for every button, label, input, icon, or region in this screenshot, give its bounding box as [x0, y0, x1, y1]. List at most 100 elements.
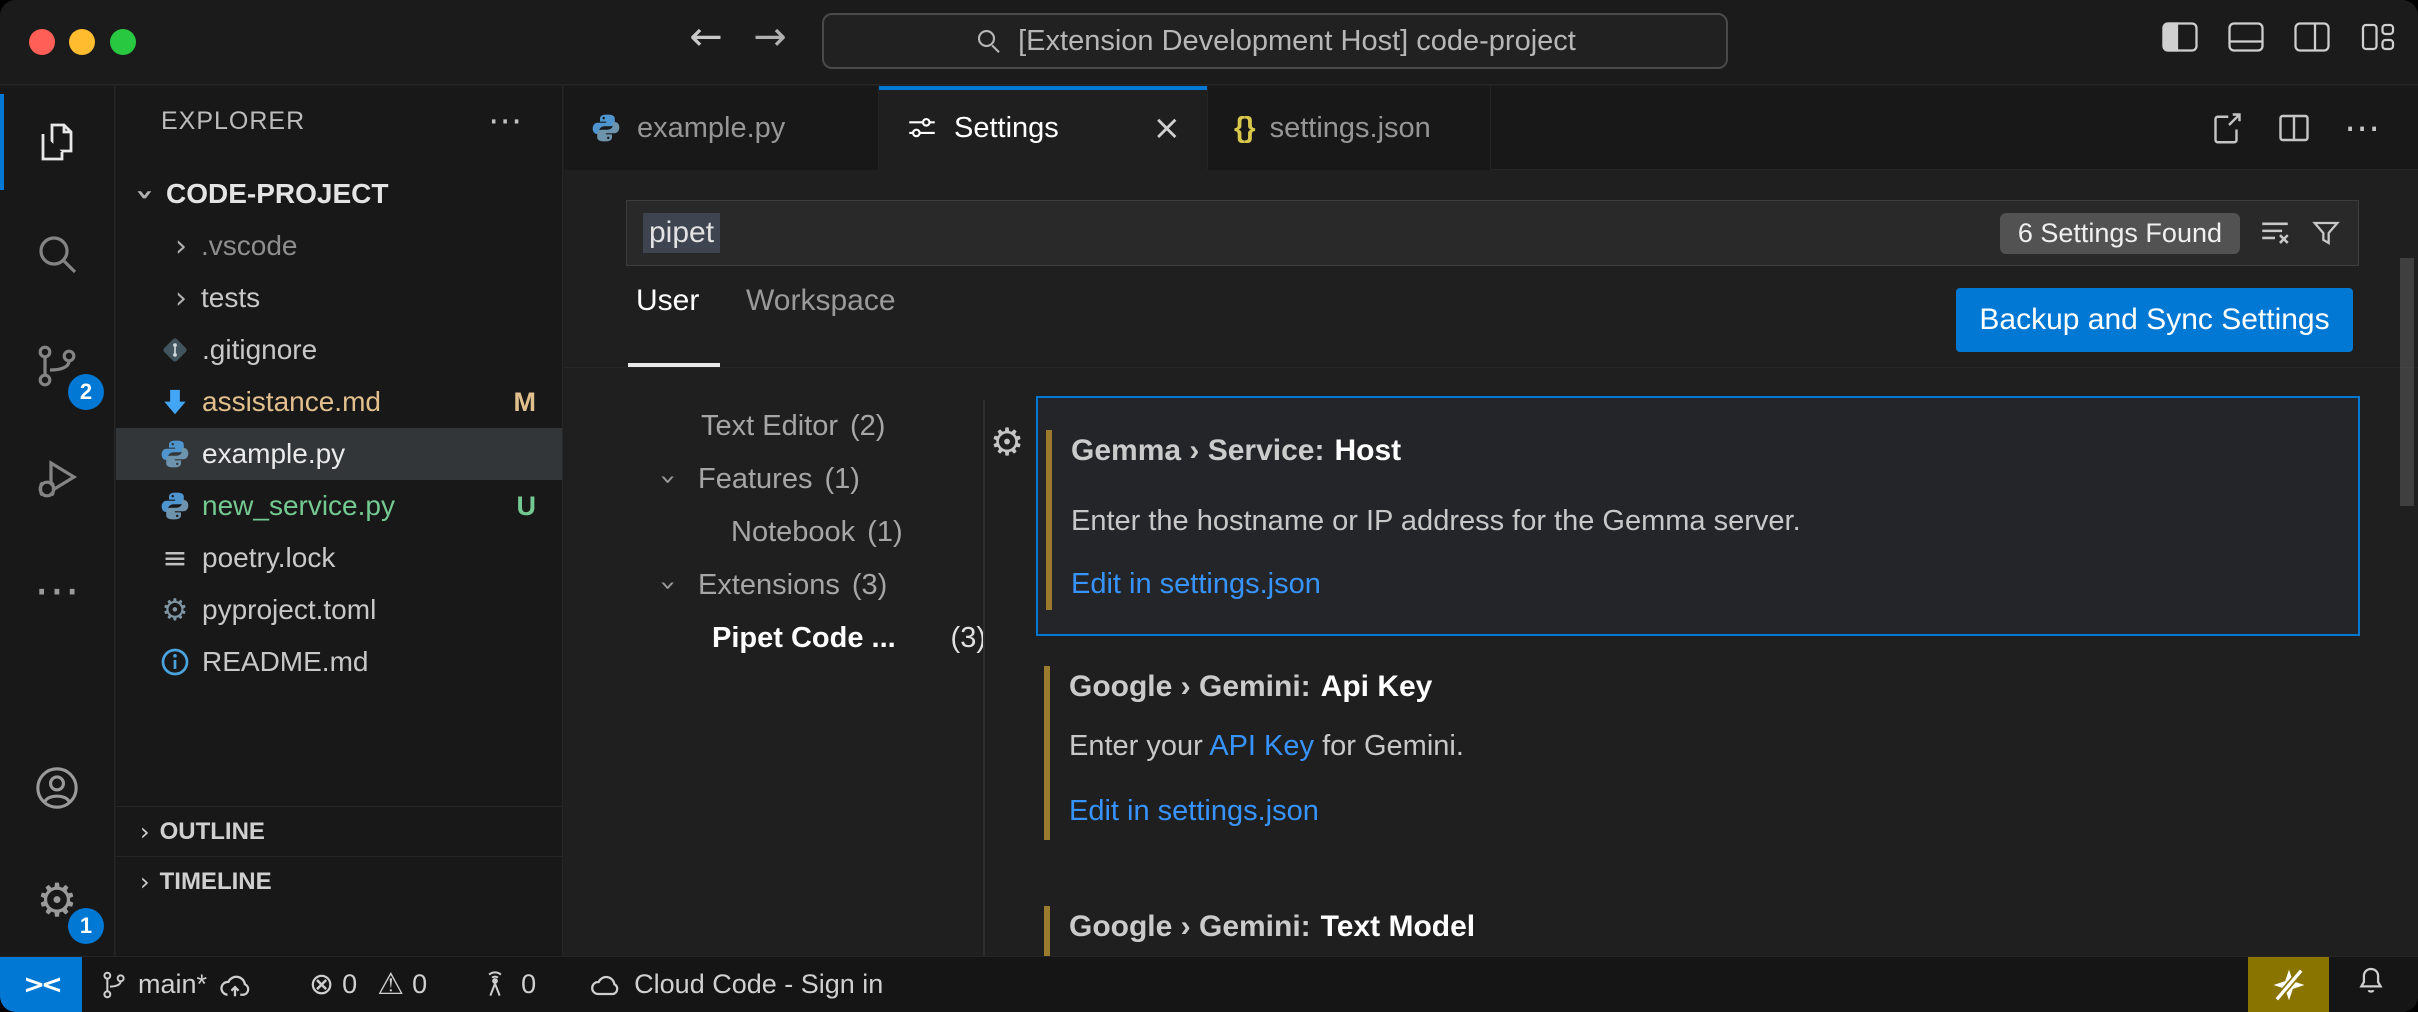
setting-entry-google-gemini-api-key[interactable]: Google › Gemini:Api Key Enter your API K… [1036, 650, 2360, 860]
navigate-back-button[interactable]: ← [678, 14, 734, 60]
minimize-window-button[interactable] [69, 29, 95, 55]
tree-item-pyproject-toml[interactable]: ⚙ pyproject.toml [116, 584, 562, 636]
close-window-button[interactable] [29, 29, 55, 55]
tab-example-py[interactable]: example.py [564, 86, 879, 170]
scrollbar[interactable] [2400, 258, 2414, 506]
toc-notebook[interactable]: Notebook (1) [626, 506, 986, 559]
outline-section-header[interactable]: › OUTLINE [116, 806, 562, 856]
titlebar: ← → [Extension Development Host] code-pr… [0, 0, 2418, 85]
search-icon [33, 230, 81, 278]
tree-item-assistance-md[interactable]: assistance.md M [116, 376, 562, 428]
settings-badge: 1 [68, 908, 104, 944]
spark-slash-icon [2267, 963, 2311, 1007]
activity-explorer[interactable] [0, 86, 114, 198]
cloud-code-status-item[interactable]: Cloud Code - Sign in [588, 969, 883, 1000]
clear-search-icon[interactable] [2258, 216, 2292, 250]
tree-item-example-py[interactable]: example.py [116, 428, 562, 480]
scope-tab-workspace[interactable]: Workspace [746, 284, 896, 318]
inline-suggestions-disabled-item[interactable] [2248, 957, 2329, 1012]
activity-source-control[interactable]: 2 [0, 310, 114, 422]
vscode-window: ← → [Extension Development Host] code-pr… [0, 0, 2418, 1012]
toggle-panel-icon[interactable] [2228, 22, 2264, 52]
command-center-search[interactable]: [Extension Development Host] code-projec… [822, 13, 1728, 69]
customize-layout-icon[interactable] [2360, 22, 2396, 52]
modified-indicator [1044, 666, 1050, 840]
python-file-icon [158, 489, 192, 523]
toc-text-editor[interactable]: Text Editor (2) [626, 400, 986, 453]
tree-root-code-project[interactable]: › CODE-PROJECT [116, 168, 562, 220]
toc-features[interactable]: › Features (1) [626, 453, 986, 506]
backup-sync-settings-button[interactable]: Backup and Sync Settings [1956, 288, 2353, 352]
chevron-right-icon: › [166, 281, 196, 316]
activity-accounts[interactable] [0, 732, 114, 844]
tab-settings[interactable]: Settings × [879, 86, 1208, 170]
sync-cloud-icon [217, 970, 253, 1000]
split-editor-icon[interactable] [2276, 110, 2312, 146]
open-settings-json-icon[interactable] [2208, 110, 2244, 146]
edit-in-settings-json-link[interactable]: Edit in settings.json [1071, 568, 1321, 601]
api-key-link[interactable]: API Key [1209, 730, 1314, 762]
activity-run-debug[interactable] [0, 422, 114, 534]
settings-search-input[interactable]: pipet 6 Settings Found [626, 200, 2359, 266]
toc-pipet-code[interactable]: Pipet Code ... (3) [626, 612, 986, 665]
tab-settings-json[interactable]: {} settings.json [1208, 86, 1491, 170]
info-file-icon [158, 645, 192, 679]
toc-extensions[interactable]: › Extensions (3) [626, 559, 986, 612]
warnings-icon: ⚠ [377, 967, 404, 1002]
activity-more[interactable]: ⋯ [0, 534, 114, 646]
scope-tabs-divider [564, 367, 2418, 368]
python-file-icon [158, 437, 192, 471]
branch-status-item[interactable]: main* [100, 969, 253, 1001]
settings-sliders-icon [905, 111, 939, 145]
lock-file-icon: ≡ [158, 541, 192, 575]
tree-item-new-service-py[interactable]: new_service.py U [116, 480, 562, 532]
explorer-title: EXPLORER [161, 107, 305, 136]
git-status-untracked-badge: U [517, 491, 537, 522]
chevron-right-icon: › [140, 818, 150, 846]
python-file-icon [590, 112, 622, 144]
toggle-primary-sidebar-icon[interactable] [2162, 22, 2198, 52]
setting-description: Enter your API Key for Gemini. [1069, 730, 1464, 763]
navigate-forward-button[interactable]: → [742, 14, 798, 60]
json-braces-icon: {} [1234, 112, 1255, 145]
activity-search[interactable] [0, 198, 114, 310]
scope-tab-user[interactable]: User [636, 284, 699, 318]
setting-gear-icon[interactable]: ⚙ [990, 420, 1024, 464]
problems-status-item[interactable]: ⊗ 0 ⚠ 0 [309, 967, 427, 1002]
errors-icon: ⊗ [309, 967, 334, 1002]
explorer-sidebar: EXPLORER ⋯ › CODE-PROJECT › .vscode › te… [116, 86, 563, 956]
tree-item-gitignore[interactable]: .gitignore [116, 324, 562, 376]
tree-item-vscode[interactable]: › .vscode [116, 220, 562, 272]
setting-entry-gemma-service-host[interactable]: Gemma › Service:Host Enter the hostname … [1036, 396, 2360, 636]
toggle-secondary-sidebar-icon[interactable] [2294, 22, 2330, 52]
chevron-right-icon: › [166, 229, 196, 264]
setting-entry-google-gemini-text-model[interactable]: Google › Gemini:Text Model [1036, 890, 2360, 956]
activity-settings[interactable]: ⚙ 1 [0, 844, 114, 956]
settings-search-value: pipet [643, 213, 720, 253]
status-bar: >< main* ⊗ 0 ⚠ 0 0 [0, 956, 2418, 1012]
settings-found-badge: 6 Settings Found [2000, 213, 2240, 254]
active-tab-indicator [879, 86, 1207, 90]
tree-item-readme-md[interactable]: README.md [116, 636, 562, 688]
editor-actions: ⋯ [2208, 86, 2418, 170]
account-icon [32, 763, 82, 813]
notifications-item[interactable] [2354, 964, 2388, 1005]
tree-item-tests[interactable]: › tests [116, 272, 562, 324]
ports-status-item[interactable]: 0 [479, 969, 536, 1001]
git-file-icon [158, 333, 192, 367]
editor-more-actions-icon[interactable]: ⋯ [2344, 108, 2380, 149]
chevron-down-icon: › [653, 571, 686, 601]
filter-icon[interactable] [2310, 217, 2342, 249]
close-tab-icon[interactable]: × [1153, 108, 1182, 148]
zoom-window-button[interactable] [110, 29, 136, 55]
window-title: [Extension Development Host] code-projec… [1018, 25, 1576, 58]
tree-item-poetry-lock[interactable]: ≡ poetry.lock [116, 532, 562, 584]
remote-indicator[interactable]: >< [0, 957, 82, 1012]
explorer-more-actions-icon[interactable]: ⋯ [488, 101, 522, 141]
files-icon [33, 118, 81, 166]
activity-bar: 2 ⋯ ⚙ 1 [0, 86, 115, 956]
timeline-section-header[interactable]: › TIMELINE [116, 856, 562, 906]
more-icon: ⋯ [34, 567, 80, 613]
cloud-icon [588, 971, 624, 999]
edit-in-settings-json-link[interactable]: Edit in settings.json [1069, 795, 1319, 828]
